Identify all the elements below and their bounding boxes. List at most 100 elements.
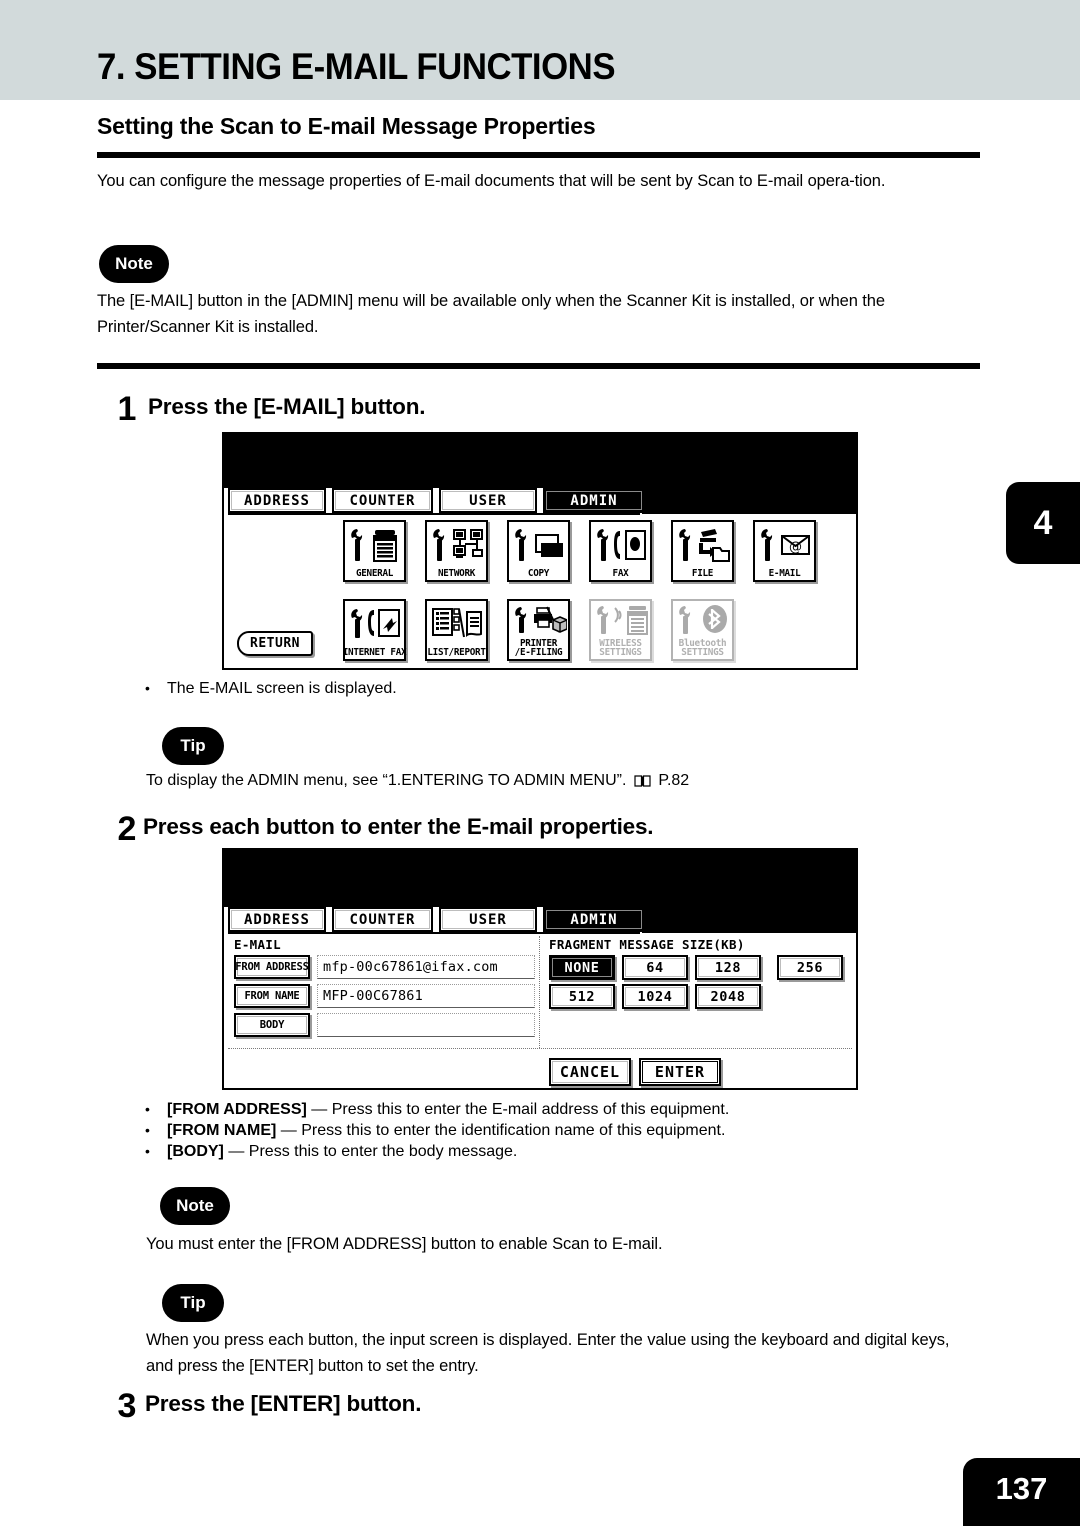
bullet-key: [FROM ADDRESS] [167,1101,307,1118]
bullet-dot: • [145,680,150,696]
admin-icon-printer-efiling-label: PRINTER/E-FILING [514,638,563,658]
tip-text-1: To display the ADMIN menu, see “1.ENTERI… [146,770,689,793]
fragment-size-64[interactable]: 64 [622,955,688,980]
wrench-printer-efiling-icon [509,601,568,639]
panel2-vertical-divider [539,936,540,1048]
bullet-dot: • [145,1122,150,1138]
panel1-tab-user[interactable]: USER [439,488,537,513]
step-2-bullet-body: • [BODY] — Press this to enter the body m… [145,1141,517,1162]
panel1-tabstrip-filler [642,488,856,514]
from-name-value[interactable]: MFP-00C67861 [317,984,535,1008]
email-group-label: E-MAIL [234,937,281,952]
panel2-tab-strip: ADDRESS COUNTER USER ADMIN [228,907,645,932]
fragment-size-label: FRAGMENT MESSAGE SIZE(KB) [549,937,745,952]
admin-icon-file[interactable]: FILE [671,520,734,582]
from-name-button[interactable]: FROM NAME [234,984,310,1008]
admin-icon-internet-fax-label: INTERNET FAX [342,646,407,658]
body-value[interactable] [317,1013,535,1037]
book-reference-icon [634,772,651,793]
step-1-number: 1 [117,390,137,428]
admin-icon-internet-fax[interactable]: INTERNET FAX [342,599,407,661]
fragment-size-2048[interactable]: 2048 [695,984,761,1009]
panel1-tab-strip: ADDRESS COUNTER USER ADMIN [228,488,645,513]
fragment-size-none[interactable]: NONE [549,955,615,980]
bullet-desc: — Press this to enter the identification… [280,1122,726,1139]
admin-icon-copy-label: COPY [527,567,550,579]
wrench-bluetooth-icon [673,601,732,639]
list-report-icon [427,601,486,648]
step-1-bullet: • The E-MAIL screen is displayed. [145,680,397,697]
panel2-tabstrip-filler [642,907,856,933]
admin-icon-printer-efiling[interactable]: PRINTER/E-FILING [507,599,570,661]
admin-menu-screen[interactable]: ADDRESS COUNTER USER ADMIN RETURN GENERA… [222,432,858,670]
svg-text:@: @ [789,540,802,555]
fragment-size-512[interactable]: 512 [549,984,615,1009]
bullet-dot: • [145,1101,150,1117]
panel2-tab-counter[interactable]: COUNTER [332,907,433,932]
admin-icon-email[interactable]: @ E-MAIL [753,520,816,582]
admin-icon-network-label: NETWORK [437,567,476,579]
panel1-tab-admin[interactable]: ADMIN [543,488,645,513]
chapter-title: 7. SETTING E-MAIL FUNCTIONS [97,46,616,87]
admin-icon-list-report[interactable]: LIST/REPORT [425,599,488,661]
fragment-size-1024[interactable]: 1024 [622,984,688,1009]
bullet-desc: — Press this to enter the body message. [228,1143,518,1160]
panel2-tab-admin[interactable]: ADMIN [543,907,645,932]
from-address-value[interactable]: mfp-00c67861@ifax.com [317,955,535,979]
section-rule [97,152,980,158]
admin-icon-email-label: E-MAIL [768,567,801,579]
admin-icon-network[interactable]: NETWORK [425,520,488,582]
tip-badge-1: Tip [162,727,224,765]
bullet-key: [FROM NAME] [167,1122,277,1139]
from-address-button[interactable]: FROM ADDRESS [234,955,310,979]
tip-text-2: When you press each button, the input sc… [146,1331,950,1375]
admin-icon-file-label: FILE [691,567,714,579]
wrench-fax-icon [591,522,650,569]
step-2-bullet-from-name: • [FROM NAME] — Press this to enter the i… [145,1120,725,1141]
wrench-file-icon [673,522,732,569]
cancel-button[interactable]: CANCEL [549,1058,631,1086]
panel2-horizontal-divider [228,1048,852,1049]
admin-icon-copy[interactable]: COPY [507,520,570,582]
admin-icon-wireless-settings[interactable]: WIRELESS SETTINGS [589,599,652,661]
wrench-email-icon: @ [755,522,814,569]
fragment-size-256[interactable]: 256 [777,955,843,980]
bullet-desc: — Press this to enter the E-mail address… [311,1101,730,1118]
panel2-tab-user[interactable]: USER [439,907,537,932]
panel1-tab-underline [228,513,640,515]
admin-icon-general[interactable]: GENERAL [343,520,406,582]
bullet-dot: • [145,1143,150,1159]
admin-icon-fax-label: FAX [612,567,629,579]
tip-page-ref[interactable]: P.82 [658,772,689,789]
admin-icon-wireless-settings-label: WIRELESS SETTINGS [599,638,642,658]
wrench-copier-icon [345,522,404,569]
step-2-heading: Press each button to enter the E-mail pr… [143,814,654,839]
screen-status-bar-2 [224,850,856,907]
wrench-copy-icon [509,522,568,569]
panel1-return-button[interactable]: RETURN [237,631,313,656]
intro-paragraph: You can configure the message properties… [97,172,886,190]
email-properties-screen[interactable]: ADDRESS COUNTER USER ADMIN E-MAIL FROM A… [222,848,858,1090]
screen-status-bar [224,434,856,488]
wrench-internetfax-icon [345,601,404,648]
tip-text-1-main: To display the ADMIN menu, see “1.ENTERI… [146,772,627,789]
body-button[interactable]: BODY [234,1013,310,1037]
admin-icon-fax[interactable]: FAX [589,520,652,582]
step-2-number: 2 [117,810,137,848]
enter-button[interactable]: ENTER [639,1058,721,1086]
wrench-wireless-icon [591,601,650,639]
panel1-tab-address[interactable]: ADDRESS [228,488,326,513]
step-3-number: 3 [117,1387,137,1425]
chapter-side-tab: 4 [1006,482,1080,564]
step-divider-rule [97,363,980,369]
panel2-tab-address[interactable]: ADDRESS [228,907,326,932]
step-1-heading: Press the [E-MAIL] button. [148,394,426,419]
fragment-size-128[interactable]: 128 [695,955,761,980]
admin-icon-list-report-label: LIST/REPORT [427,646,486,658]
admin-icon-general-label: GENERAL [355,567,394,579]
page-number: 137 [963,1458,1080,1526]
bullet-key: [BODY] [167,1143,224,1160]
tip-badge-2: Tip [162,1284,224,1322]
admin-icon-bluetooth-settings[interactable]: Bluetooth SETTINGS [671,599,734,661]
panel1-tab-counter[interactable]: COUNTER [332,488,433,513]
